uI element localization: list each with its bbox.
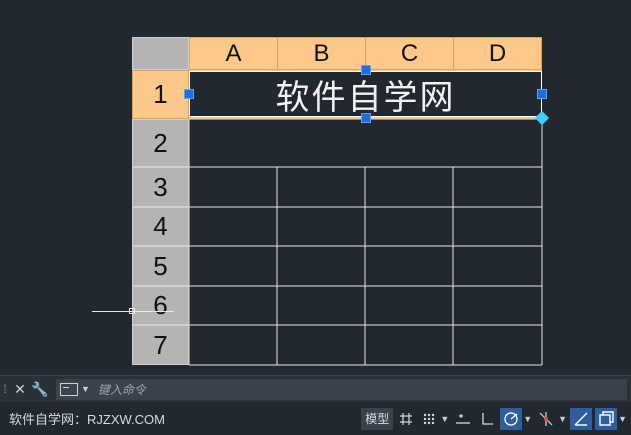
row-header-label: 7 [153, 329, 168, 360]
command-prompt-icon[interactable] [60, 382, 78, 396]
chevron-down-icon[interactable]: ▼ [440, 414, 449, 424]
drag-handle-icon[interactable]: ⁞ [0, 376, 10, 402]
wrench-icon[interactable]: 🔧 [30, 376, 50, 402]
row-header-7[interactable]: 7 [132, 325, 189, 365]
column-header-c[interactable]: C [365, 37, 454, 70]
row-header-label: 4 [153, 211, 168, 241]
column-header-label: B [313, 39, 330, 67]
chevron-down-icon[interactable]: ▼ [523, 414, 532, 424]
chevron-down-icon[interactable]: ▼ [558, 414, 567, 424]
object-snap-icon[interactable] [535, 408, 557, 430]
column-header-label: A [225, 39, 242, 67]
lineweight-icon[interactable] [570, 407, 593, 430]
row-header-label: 3 [153, 171, 168, 202]
row-header-6[interactable]: 6 [132, 286, 189, 325]
chevron-down-icon[interactable]: ▼ [81, 384, 90, 394]
row-header-2[interactable]: 2 [132, 119, 189, 167]
cursor-pickbox [129, 308, 135, 314]
close-icon[interactable]: ✕ [10, 376, 30, 402]
grip-middle-right[interactable] [537, 89, 547, 99]
row-header-label: 5 [153, 250, 168, 281]
column-header-d[interactable]: D [453, 37, 542, 70]
command-line: ⁞ ✕ 🔧 ▼ 键入命令 [0, 375, 631, 402]
title-text: 软件自学网 [275, 78, 456, 117]
infer-constraints-icon[interactable] [452, 408, 474, 430]
snap-dots-icon[interactable] [419, 408, 439, 430]
chevron-down-icon[interactable]: ▼ [618, 414, 627, 424]
command-input[interactable]: ▼ 键入命令 [56, 378, 627, 400]
row-header-4[interactable]: 4 [132, 207, 189, 246]
model-label: 模型 [365, 412, 390, 426]
drawing-canvas[interactable]: A B C D 1 2 3 4 5 6 7 软件自学网 [0, 0, 631, 375]
row-header-label: 6 [153, 290, 168, 320]
column-header-label: C [400, 39, 419, 67]
status-bar: 软件自学网：RJZXW.COM 模型 ▼ ▼ ▼ ▼ [0, 402, 631, 435]
model-button[interactable]: 模型 [361, 407, 394, 430]
column-header-a[interactable]: A [189, 37, 278, 70]
table-corner[interactable] [132, 37, 189, 70]
grip-bottom-center[interactable] [361, 113, 371, 123]
grip-middle-left[interactable] [184, 89, 194, 99]
selection-cycle-icon[interactable] [595, 407, 618, 430]
row-header-5[interactable]: 5 [132, 246, 189, 286]
row-header-3[interactable]: 3 [132, 167, 189, 207]
ortho-icon[interactable] [477, 408, 497, 430]
polar-tracking-icon[interactable] [500, 407, 523, 430]
grip-top-center[interactable] [361, 65, 371, 75]
row-header-label: 2 [153, 127, 168, 158]
row-header-1[interactable]: 1 [132, 70, 189, 119]
title-cell[interactable]: 软件自学网 [189, 71, 542, 117]
grid-icon[interactable] [396, 408, 416, 430]
status-watermark: 软件自学网：RJZXW.COM [9, 412, 165, 427]
column-header-label: D [488, 39, 507, 67]
row-header-label: 1 [153, 79, 168, 109]
column-header-b[interactable]: B [277, 37, 366, 70]
command-placeholder: 键入命令 [97, 382, 146, 397]
